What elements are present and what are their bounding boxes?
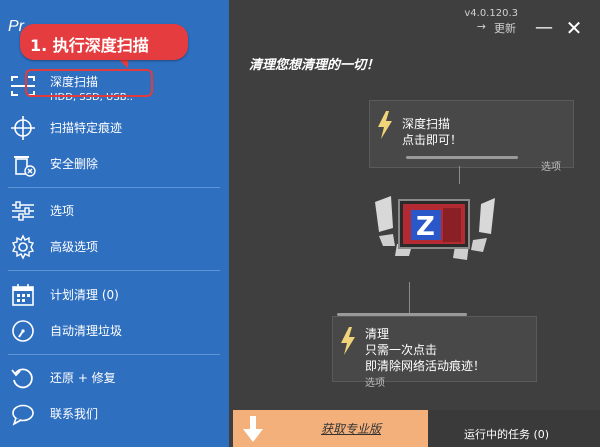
sidebar-item-label: 选项 [50, 204, 75, 218]
sidebar-item-scan-traces[interactable]: 扫描特定痕迹 [0, 110, 229, 144]
sidebar-item-label: 扫描特定痕迹 [50, 121, 123, 135]
annotation-text: 1. 执行深度扫描 [30, 36, 149, 55]
progress-bar [337, 313, 467, 316]
minimize-button[interactable]: — [534, 18, 554, 38]
clean-options-link[interactable]: 选项 [365, 374, 385, 389]
sidebar-item-restore-repair[interactable]: 还原 + 修复 [0, 360, 229, 394]
calendar-icon [10, 282, 36, 308]
annotation-callout: 1. 执行深度扫描 [20, 24, 188, 60]
get-pro-link[interactable]: 获取专业版 [321, 420, 381, 437]
sidebar-item-label: 自动清理垃圾 [50, 324, 123, 338]
sidebar-divider [8, 354, 220, 355]
version-label: v4.0.120.3 [464, 8, 518, 19]
clean-card-desc: 只需一次点击 [365, 343, 438, 357]
connector-line [459, 166, 460, 184]
update-arrow-icon: → [476, 20, 486, 33]
get-pro-banner[interactable]: 获取专业版 [233, 410, 428, 447]
sidebar-item-label: 联系我们 [50, 407, 99, 421]
connector-line [409, 282, 410, 316]
svg-text:Z: Z [416, 212, 435, 242]
gauge-icon [10, 318, 36, 344]
main-panel: v4.0.120.3 → 更新 — ✕ 清理您想清理的一切！ 深度扫描 点击即可… [229, 0, 600, 447]
annotation-highlight-box [25, 69, 153, 97]
clean-card-desc2: 即清除网络活动痕迹！ [365, 359, 486, 373]
page-headline: 清理您想清理的一切！ [249, 58, 380, 73]
lightning-icon [376, 111, 394, 139]
sidebar-divider [8, 270, 220, 271]
deep-scan-options-link[interactable]: 选项 [541, 158, 561, 173]
sidebar-item-advanced-options[interactable]: 高级选项 [0, 229, 229, 263]
sidebar-item-label: 计划清理 (0) [50, 288, 119, 302]
deep-scan-card-desc: 点击即可！ [402, 133, 463, 147]
sidebar-item-auto-clean[interactable]: 自动清理垃圾 [0, 313, 229, 347]
sliders-icon [10, 198, 36, 224]
lightning-icon [339, 327, 357, 355]
crosshair-icon [10, 115, 36, 141]
sidebar-item-safe-delete[interactable]: 安全删除 [0, 146, 229, 180]
progress-bar [406, 156, 518, 159]
running-tasks-bar[interactable]: 运行中的任务 (0) [428, 410, 600, 447]
sidebar-divider [8, 187, 220, 188]
download-arrow-icon [243, 416, 263, 442]
clean-card-title: 清理 [365, 327, 390, 341]
restore-icon [10, 365, 36, 391]
sidebar-item-label: 高级选项 [50, 240, 99, 254]
update-link[interactable]: 更新 [494, 20, 516, 36]
close-button[interactable]: ✕ [564, 18, 584, 38]
clean-card[interactable]: 清理 只需一次点击 即清除网络活动痕迹！ [332, 313, 537, 382]
chat-icon [10, 401, 36, 427]
sidebar-item-options[interactable]: 选项 [0, 193, 229, 227]
sidebar-item-contact[interactable]: 联系我们 [0, 396, 229, 430]
app-logo: Z [369, 184, 499, 266]
deep-scan-card-title: 深度扫描 [402, 117, 451, 131]
sidebar: Pr 深度扫描 HDD, SSD, USB.. 扫描特定痕迹 安全删除 选项 高… [0, 0, 229, 447]
sidebar-item-scheduled-clean[interactable]: 计划清理 (0) [0, 277, 229, 311]
running-tasks-label: 运行中的任务 (0) [464, 428, 550, 441]
sidebar-item-label: 安全删除 [50, 157, 99, 171]
gear-icon [10, 234, 36, 260]
sidebar-item-label: 还原 + 修复 [50, 371, 116, 385]
app-window: Pr 深度扫描 HDD, SSD, USB.. 扫描特定痕迹 安全删除 选项 高… [0, 0, 600, 447]
trash-icon [10, 151, 36, 177]
